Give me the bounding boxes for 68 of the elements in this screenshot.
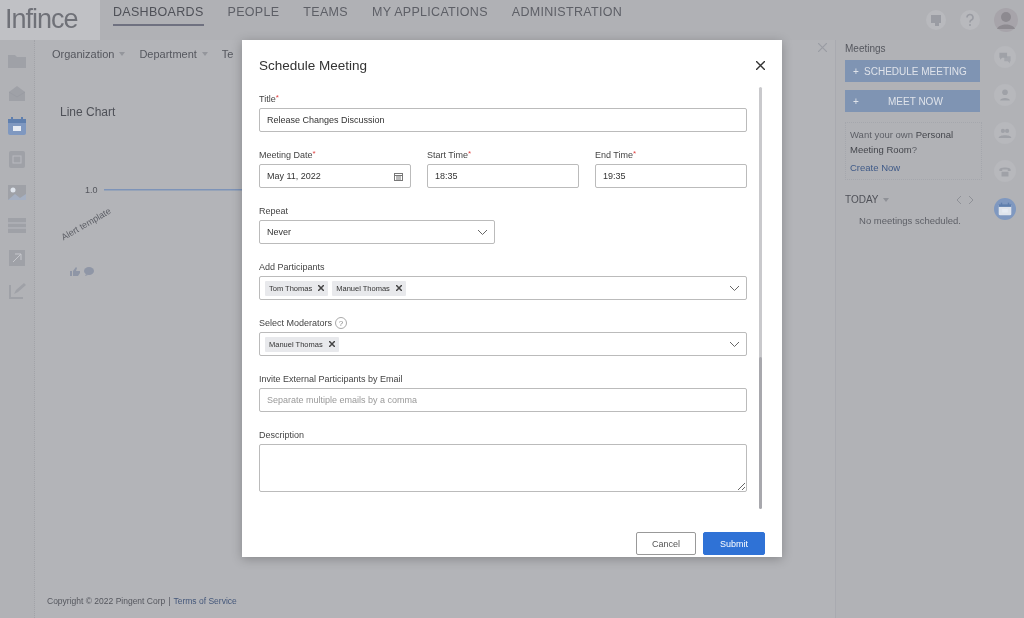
nav-tab[interactable]: ADMINISTRATION <box>511 5 623 26</box>
caret-icon <box>882 197 889 202</box>
notification-icon[interactable] <box>926 10 946 30</box>
dialog-button[interactable]: Submit <box>703 532 765 555</box>
text-field[interactable]: 18:35 <box>427 164 579 188</box>
chevron-down-icon[interactable] <box>730 341 739 347</box>
field-label: Title <box>259 94 276 104</box>
repeat-dropdown[interactable]: Never <box>259 220 495 244</box>
required-mark: * <box>312 149 316 158</box>
next-icon[interactable] <box>969 195 974 204</box>
scrollbar[interactable] <box>759 87 762 507</box>
chat-icon[interactable] <box>993 46 1016 68</box>
axis-tick: 1.0 <box>85 185 98 195</box>
field-label: Start Time <box>427 150 468 160</box>
dialog-title: Schedule Meeting <box>259 57 368 73</box>
people-icon[interactable] <box>993 122 1016 144</box>
create-link[interactable]: Create Now <box>850 162 901 173</box>
email-field[interactable]: Separate multiple emails by a comma <box>259 388 747 412</box>
help-icon[interactable] <box>960 10 980 30</box>
description-field[interactable] <box>259 444 747 492</box>
nav-tab[interactable]: TEAMS <box>303 5 348 26</box>
remove-icon[interactable] <box>318 285 325 291</box>
filter-dropdown[interactable]: Department <box>139 46 208 61</box>
chart-title: Line Chart <box>60 105 117 119</box>
caret-icon <box>201 51 208 56</box>
chevron-down-icon[interactable] <box>730 285 739 291</box>
comment-icon[interactable] <box>84 267 94 276</box>
nav-tab[interactable]: PEOPLE <box>227 5 280 26</box>
copyright-text: Copyright © 2022 Pingent Corp <box>47 596 166 606</box>
field-label: Add Participants <box>259 262 325 272</box>
text-field[interactable]: Release Changes Discussion <box>259 108 747 132</box>
nav-tab[interactable]: DASHBOARDS <box>113 5 204 26</box>
image-icon[interactable] <box>7 182 27 202</box>
separator-text: | <box>168 596 171 606</box>
empty-message: No meetings scheduled. <box>858 215 962 226</box>
phone-icon[interactable] <box>993 160 1016 182</box>
day-dropdown[interactable]: TODAY <box>845 194 879 205</box>
date-field[interactable]: May 11, 2022 <box>259 164 411 188</box>
thumbs-up-icon[interactable] <box>70 267 80 276</box>
remove-icon[interactable] <box>395 285 402 291</box>
field-label: Invite External Participants by Email <box>259 374 403 384</box>
panel-title: Meetings <box>845 43 887 54</box>
field-label: Meeting Date <box>259 150 313 160</box>
field-label: Description <box>259 430 305 440</box>
meeting-button[interactable]: + MEET NOW <box>845 90 980 112</box>
required-mark: * <box>633 149 637 158</box>
nav-tab[interactable]: MY APPLICATIONS <box>371 5 488 26</box>
meeting-button[interactable]: + SCHEDULE MEETING <box>845 60 980 82</box>
field-label: Select Moderators <box>259 318 333 328</box>
avatar-icon[interactable] <box>994 8 1018 32</box>
required-mark: * <box>468 149 472 158</box>
previous-icon[interactable] <box>956 195 961 204</box>
dialog-button[interactable]: Cancel <box>635 532 696 555</box>
close-icon[interactable] <box>756 60 765 70</box>
remove-icon[interactable] <box>328 341 335 347</box>
promo-text: Want your own Personal Meeting Room? <box>850 128 955 157</box>
logo: Infince <box>0 0 100 40</box>
calendar-icon[interactable] <box>394 171 403 181</box>
person-icon[interactable] <box>993 84 1016 106</box>
chevron-down-icon[interactable] <box>478 229 487 235</box>
field-label: Repeat <box>259 206 289 216</box>
terms-link[interactable]: Terms of Service <box>173 596 237 606</box>
calendar-icon[interactable] <box>7 116 27 136</box>
calendar-icon[interactable] <box>993 198 1016 220</box>
caret-icon <box>119 51 126 56</box>
filter-dropdown[interactable]: Te <box>221 46 234 61</box>
text-field[interactable]: 19:35 <box>595 164 747 188</box>
filter-dropdown[interactable]: Organization <box>52 46 126 61</box>
